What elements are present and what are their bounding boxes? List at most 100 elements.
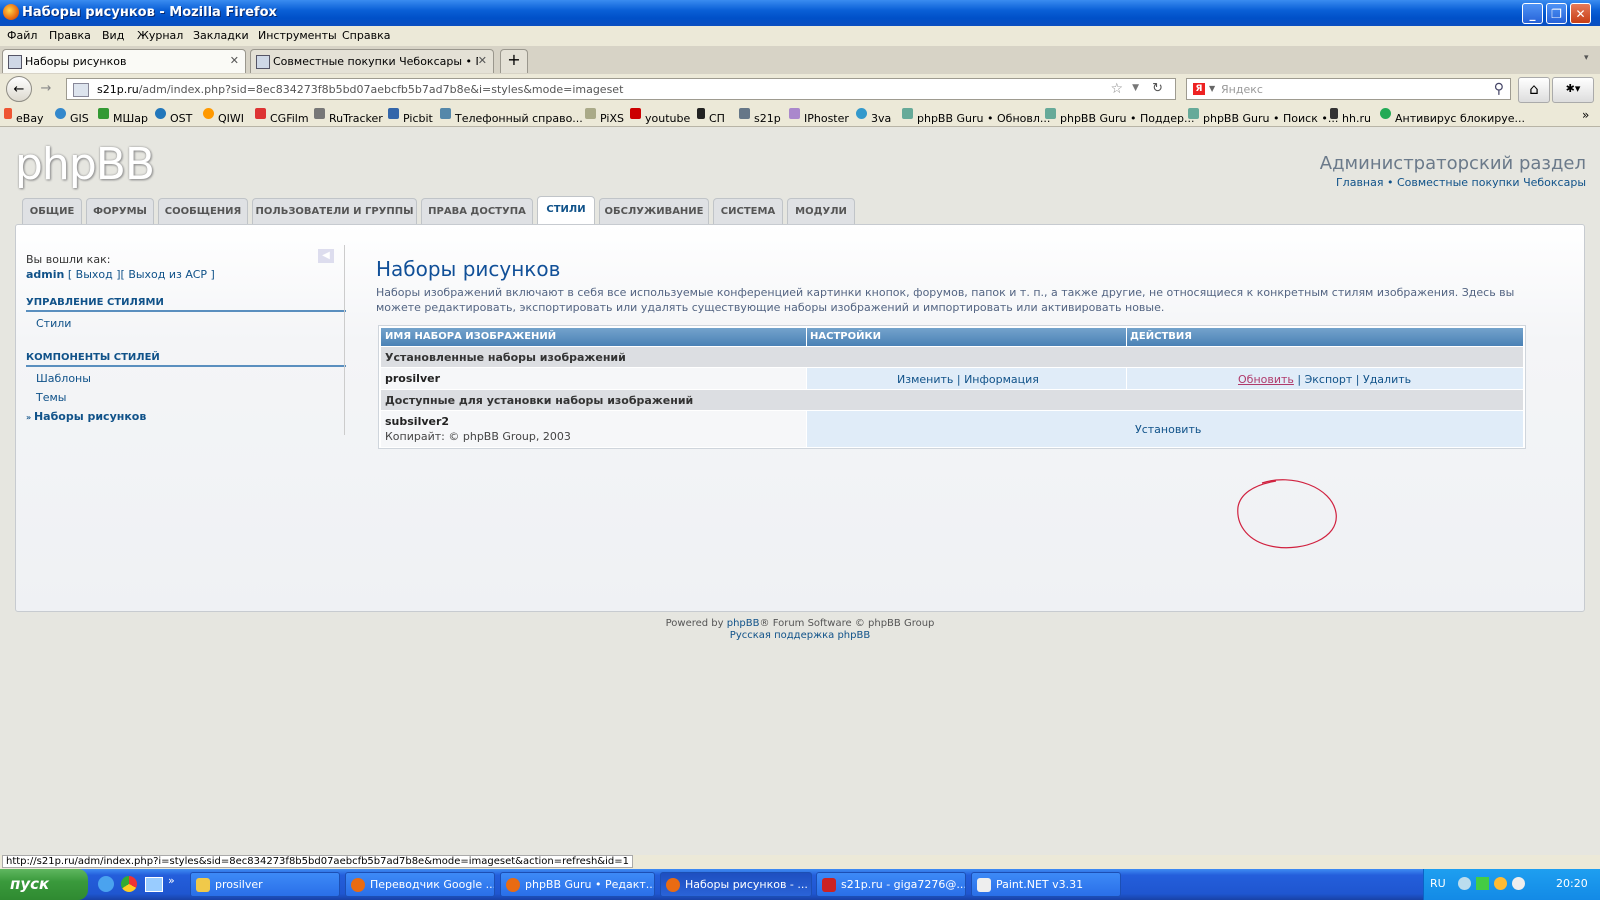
bookmark-item[interactable]: Антивирус блокируе... <box>1380 108 1525 125</box>
bookmarks-toolbar: eBay GIS МШар OST QIWI CGFilm RuTracker … <box>0 104 1600 127</box>
navigation-bar: ← → s21p.ru/adm/index.php?sid=8ec834273f… <box>0 74 1600 104</box>
task-button[interactable]: Paint.NET v3.31 <box>971 872 1121 897</box>
top-links[interactable]: Главная • Совместные покупки Чебоксары <box>1336 176 1586 189</box>
bookmark-item[interactable]: IPhoster <box>789 108 849 125</box>
close-tab-icon[interactable]: ✕ <box>478 54 487 67</box>
copyright-text: Копирайт: © phpBB Group, 2003 <box>385 430 571 443</box>
refresh-link[interactable]: Обновить <box>1238 373 1294 386</box>
bookmark-item[interactable]: hh.ru <box>1330 108 1371 125</box>
phpbb-link[interactable]: phpBB <box>727 618 760 629</box>
maximize-button[interactable]: ❐ <box>1546 3 1567 24</box>
task-button[interactable]: prosilver <box>190 872 340 897</box>
task-button[interactable]: phpBB Guru • Редакт... <box>500 872 655 897</box>
menu-history[interactable]: Журнал <box>137 29 183 42</box>
info-link[interactable]: Информация <box>964 373 1039 386</box>
tab-general[interactable]: ОБЩИЕ <box>22 198 82 224</box>
tab-system[interactable]: СИСТЕМА <box>713 198 783 224</box>
bookmark-item[interactable]: СП <box>697 108 725 125</box>
bookmark-item[interactable]: МШар <box>98 108 148 125</box>
tray-icon[interactable] <box>1494 877 1507 890</box>
bookmark-item[interactable]: Picbit <box>388 108 433 125</box>
bookmark-item[interactable]: eBay <box>4 108 44 125</box>
tab-posting[interactable]: СООБЩЕНИЯ <box>158 198 248 224</box>
tab-styles[interactable]: СТИЛИ <box>537 196 595 224</box>
delete-link[interactable]: Удалить <box>1363 373 1411 386</box>
bookmark-item[interactable]: s21p <box>739 108 781 125</box>
history-dropdown-icon[interactable]: ▼ <box>1132 83 1139 93</box>
search-icon[interactable]: ⚲ <box>1494 81 1504 97</box>
tab-list-icon[interactable]: ▾ <box>1584 53 1589 63</box>
menu-edit[interactable]: Правка <box>49 29 91 42</box>
ie-icon[interactable] <box>98 876 114 892</box>
search-input[interactable]: Я ▼ Яндекс ⚲ <box>1186 78 1511 100</box>
bookmark-item[interactable]: phpBB Guru • Поиск •... <box>1188 108 1338 125</box>
tab-maintenance[interactable]: ОБСЛУЖИВАНИЕ <box>599 198 709 224</box>
side-item-imagesets[interactable]: » Наборы рисунков <box>26 410 346 423</box>
menu-view[interactable]: Вид <box>102 29 124 42</box>
bookmark-item[interactable]: Телефонный справо... <box>440 108 583 125</box>
task-button[interactable]: s21p.ru - giga7276@... <box>816 872 966 897</box>
bookmark-item[interactable]: phpBB Guru • Поддер... <box>1045 108 1194 125</box>
clock[interactable]: 20:20 <box>1556 877 1588 890</box>
export-link[interactable]: Экспорт <box>1305 373 1353 386</box>
bookmark-item[interactable]: RuTracker <box>314 108 383 125</box>
chrome-icon[interactable] <box>121 876 137 892</box>
start-button[interactable]: пуск <box>0 869 88 900</box>
site-identity-icon[interactable] <box>73 83 89 97</box>
chevron-more-icon[interactable]: » <box>1582 108 1589 122</box>
bookmark-item[interactable]: GIS <box>55 108 89 125</box>
imageset-name: subsilver2 <box>385 415 450 428</box>
tray-icon[interactable] <box>1512 877 1525 890</box>
menu-file[interactable]: Файл <box>7 29 37 42</box>
new-tab-button[interactable]: + <box>500 49 528 73</box>
tab-active[interactable]: Наборы рисунков ✕ <box>2 49 246 73</box>
language-indicator[interactable]: RU <box>1430 877 1446 890</box>
tab-users-groups[interactable]: ПОЛЬЗОВАТЕЛИ И ГРУППЫ <box>252 198 417 224</box>
install-link[interactable]: Установить <box>1135 423 1201 436</box>
phpbb-guru-icon <box>1188 108 1199 119</box>
quicklaunch-more-icon[interactable]: » <box>168 874 175 887</box>
tray-icon[interactable] <box>1458 877 1471 890</box>
desktop-icon[interactable] <box>145 877 163 892</box>
close-tab-icon[interactable]: ✕ <box>230 54 239 67</box>
task-button-active[interactable]: Наборы рисунков - ... <box>660 872 812 897</box>
task-button[interactable]: Переводчик Google ... <box>345 872 495 897</box>
tab-modules[interactable]: МОДУЛИ <box>787 198 855 224</box>
available-section-header: Доступные для установки наборы изображен… <box>385 394 694 407</box>
side-item-styles[interactable]: Стили <box>26 317 346 330</box>
tab-permissions[interactable]: ПРАВА ДОСТУПА <box>421 198 533 224</box>
tab-forums[interactable]: ФОРУМЫ <box>86 198 154 224</box>
menu-tools[interactable]: Инструменты <box>258 29 337 42</box>
footer-support-link[interactable]: Русская поддержка phpBB <box>0 630 1600 641</box>
engine-dropdown-icon[interactable]: ▼ <box>1209 84 1215 93</box>
side-item-templates[interactable]: Шаблоны <box>26 372 346 385</box>
menu-bookmarks[interactable]: Закладки <box>193 29 249 42</box>
menu-bar: Файл Правка Вид Журнал Закладки Инструме… <box>0 26 1600 46</box>
yandex-icon[interactable]: Я <box>1193 83 1205 95</box>
bookmark-item[interactable]: PiXS <box>585 108 624 125</box>
forward-icon[interactable]: → <box>35 78 57 100</box>
url-bar[interactable]: s21p.ru/adm/index.php?sid=8ec834273f8b5b… <box>66 78 1176 100</box>
minimize-button[interactable]: _ <box>1522 3 1543 24</box>
username[interactable]: admin <box>26 268 64 281</box>
edit-link[interactable]: Изменить <box>897 373 953 386</box>
close-button[interactable]: ✕ <box>1570 3 1591 24</box>
back-icon[interactable]: ← <box>6 76 32 102</box>
tab-inactive[interactable]: Совместные покупки Чебоксары • Про... ✕ <box>250 49 494 73</box>
bookmark-item[interactable]: CGFilm <box>255 108 309 125</box>
tray-icon[interactable] <box>1476 877 1489 890</box>
bookmark-item[interactable]: youtube <box>630 108 690 125</box>
home-icon[interactable]: ⌂ <box>1518 77 1550 103</box>
collapse-menu-icon[interactable]: ◀ <box>318 249 334 263</box>
bookmark-item[interactable]: OST <box>155 108 192 125</box>
side-item-themes[interactable]: Темы <box>26 391 346 404</box>
bookmark-item[interactable]: QIWI <box>203 108 244 125</box>
reload-icon[interactable]: ↻ <box>1152 81 1163 96</box>
addon-icon[interactable]: ✱▾ <box>1552 77 1594 103</box>
phpbb-logo[interactable]: phpBB <box>15 139 155 190</box>
bookmark-item[interactable]: 3va <box>856 108 891 125</box>
bookmark-item[interactable]: phpBB Guru • Обновл... <box>902 108 1050 125</box>
logout-links[interactable]: [ Выход ][ Выход из ACP ] <box>68 268 215 281</box>
bookmark-star-icon[interactable]: ☆ <box>1110 81 1123 97</box>
menu-help[interactable]: Справка <box>342 29 390 42</box>
